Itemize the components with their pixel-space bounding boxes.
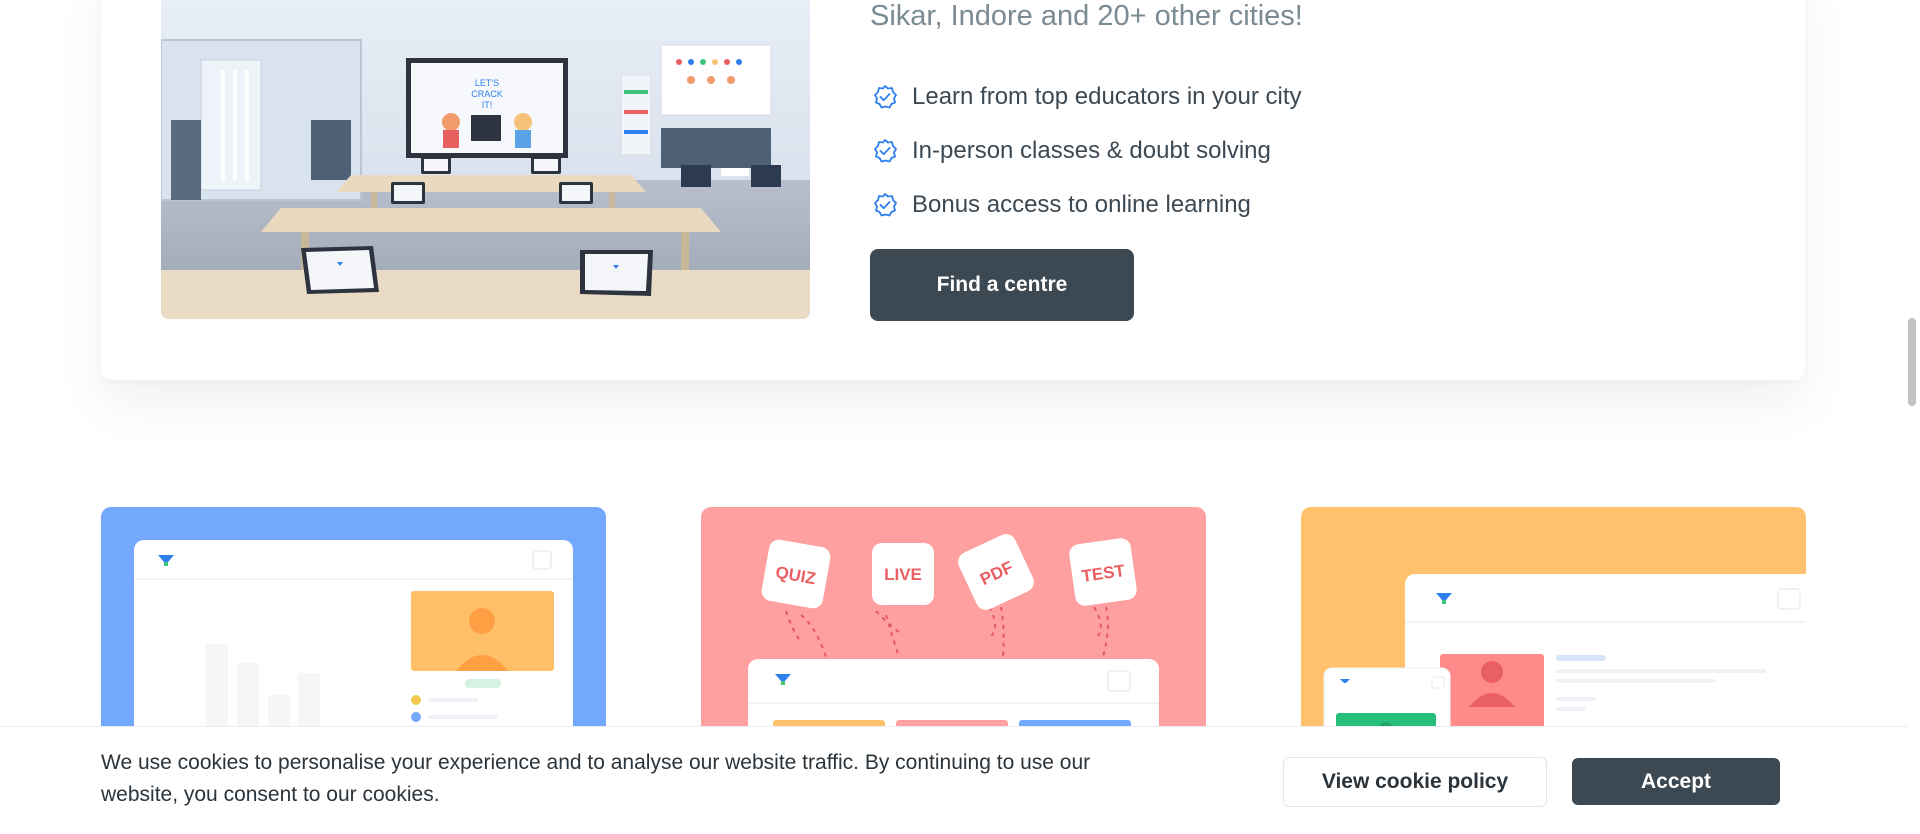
feature-text: In-person classes & doubt solving (912, 137, 1271, 164)
check-badge-icon (874, 139, 897, 163)
cookie-banner: We use cookies to personalise your exper… (0, 726, 1908, 834)
classroom-photo: LET'S CRACK IT! (161, 0, 810, 319)
feature-item: Learn from top educators in your city (872, 70, 1302, 124)
screen-text-line-3: IT! (482, 100, 493, 110)
check-badge-icon (874, 85, 897, 109)
feature-tile-blue (101, 507, 606, 757)
feature-item: Bonus access to online learning (872, 178, 1302, 232)
live-badge-label: LIVE (884, 565, 922, 584)
cookie-message: We use cookies to personalise your exper… (101, 751, 1091, 806)
feature-text: Learn from top educators in your city (912, 83, 1302, 110)
screen-text-line-1: LET'S (475, 78, 499, 88)
feature-tile-pink: QUIZ LIVE PDF TEST (701, 507, 1206, 757)
screen-text-line-2: CRACK (471, 89, 503, 99)
classroom-illustration: LET'S CRACK IT! (161, 0, 810, 319)
learning-app-illustration (1323, 574, 1806, 757)
page: LET'S CRACK IT! Sikar, Indore and 20+ ot… (0, 0, 1920, 834)
feature-text: Bonus access to online learning (912, 191, 1251, 218)
cities-text: Sikar, Indore and 20+ other cities! (870, 0, 1303, 32)
test-badge: TEST (1069, 538, 1137, 606)
quiz-badge: QUIZ (761, 539, 831, 609)
feature-item: In-person classes & doubt solving (872, 124, 1302, 178)
check-badge-icon (874, 193, 897, 217)
content-types-illustration: QUIZ LIVE PDF TEST (748, 534, 1159, 757)
find-centre-button[interactable]: Find a centre (870, 249, 1134, 321)
live-badge: LIVE (872, 543, 934, 605)
pdf-badge: PDF (958, 534, 1034, 610)
view-cookie-policy-button[interactable]: View cookie policy (1283, 757, 1547, 807)
feature-list: Learn from top educators in your city In… (872, 70, 1302, 232)
dashboard-illustration (134, 540, 573, 757)
accept-cookies-button[interactable]: Accept (1572, 758, 1780, 805)
scrollbar-thumb[interactable] (1908, 318, 1916, 406)
feature-tile-yellow (1301, 507, 1806, 757)
